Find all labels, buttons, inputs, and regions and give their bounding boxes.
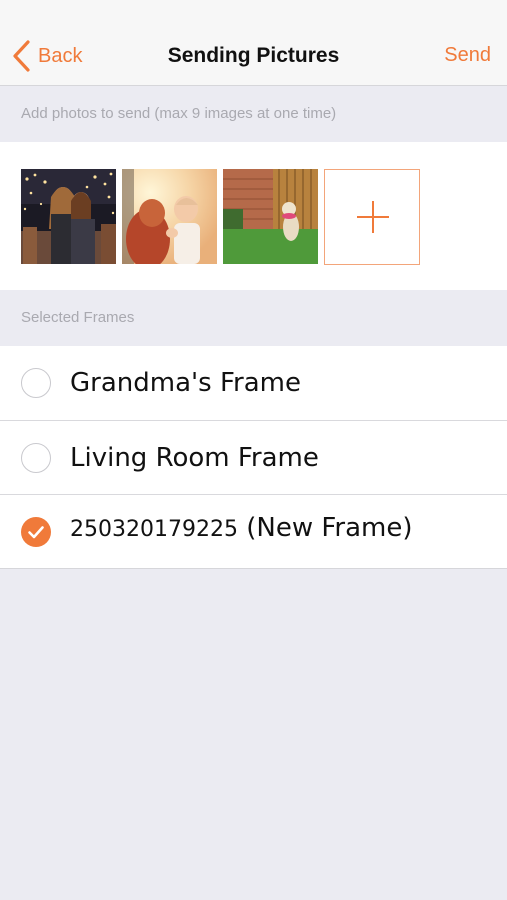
photos-hint: Add photos to send (max 9 images at one … [21, 105, 337, 122]
frame-item-new-frame[interactable]: 250320179225 (New Frame) [0, 494, 507, 568]
frames-list: Grandma's Frame Living Room Frame 250320… [0, 346, 507, 569]
frame-label: Grandma's Frame [70, 368, 301, 398]
plus-icon [357, 201, 389, 233]
frame-label: 250320179225 (New Frame) [70, 513, 413, 543]
send-button[interactable]: Send [444, 44, 491, 67]
frame-item-grandmas-frame[interactable]: Grandma's Frame [0, 346, 507, 420]
radio-unchecked-icon[interactable] [21, 443, 51, 473]
radio-checked-icon[interactable] [21, 517, 51, 547]
photo-baby-sunlight [122, 169, 217, 264]
frame-item-living-room-frame[interactable]: Living Room Frame [0, 420, 507, 494]
photo-puppy-lawn [223, 169, 318, 264]
photo-two-girls-lights [21, 169, 116, 264]
checkmark-icon [28, 526, 44, 539]
photo-thumbnail-2[interactable] [122, 169, 217, 264]
photo-thumbnail-3[interactable] [223, 169, 318, 264]
navigation-bar: Back Sending Pictures Send [0, 0, 507, 86]
add-photo-button[interactable] [324, 169, 420, 265]
photo-thumbnail-1[interactable] [21, 169, 116, 264]
frames-section-header: Selected Frames [21, 309, 135, 326]
frame-label: Living Room Frame [70, 443, 319, 473]
radio-unchecked-icon[interactable] [21, 368, 51, 398]
photos-panel [0, 142, 507, 290]
page-title: Sending Pictures [167, 44, 340, 67]
frame-suffix: (New Frame) [237, 513, 413, 543]
frame-id: 250320179225 [70, 517, 238, 542]
